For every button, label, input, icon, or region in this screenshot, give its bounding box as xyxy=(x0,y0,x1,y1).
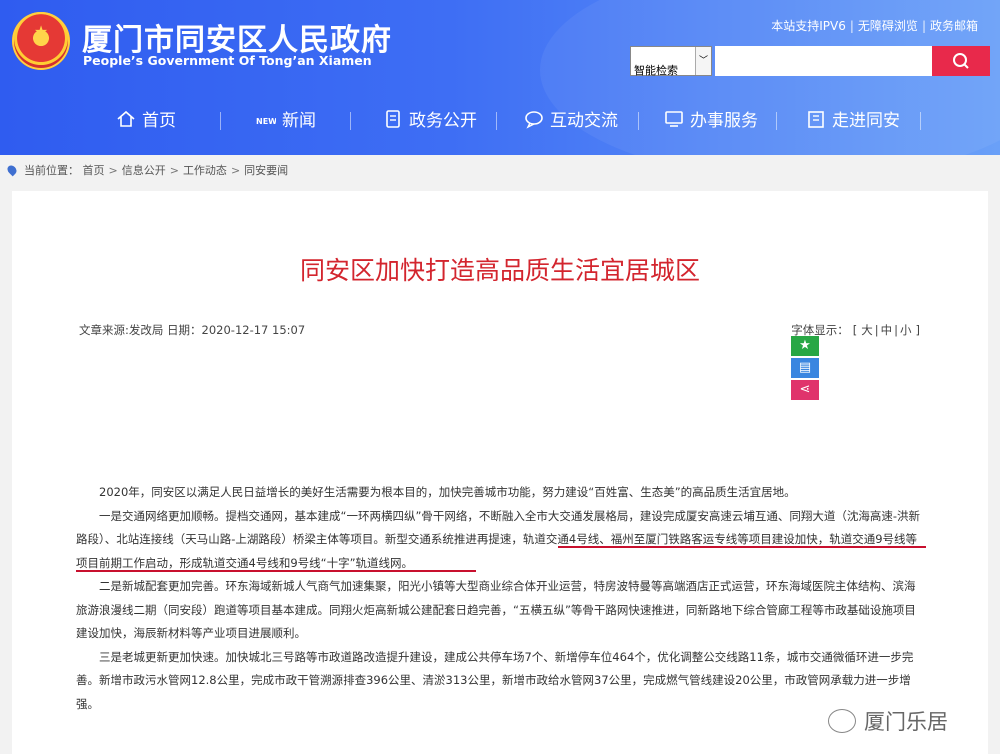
wechat-icon xyxy=(828,709,856,733)
nav-label: 办事服务 xyxy=(690,111,758,131)
paragraph: 2020年，同安区以满足人民日益增长的美好生活需要为根本目的，加快完善城市功能，… xyxy=(99,485,796,499)
breadcrumb-item[interactable]: 信息公开 xyxy=(122,164,166,177)
divider: | xyxy=(849,19,854,33)
site-header: 厦门市同安区人民政府 People’s Government Of Tong’a… xyxy=(0,0,1000,155)
font-size-medium[interactable]: 中 xyxy=(881,323,893,337)
breadcrumb-separator: > xyxy=(108,164,118,177)
wechat-watermark: 厦门乐居 xyxy=(828,706,948,736)
breadcrumb-item[interactable]: 首页 xyxy=(83,164,105,177)
nav-gov-affairs[interactable]: 政务公开 xyxy=(383,100,477,142)
accessibility-link[interactable]: 无障碍浏览 xyxy=(858,19,918,33)
nav-label: 走进同安 xyxy=(832,111,900,131)
nav-about[interactable]: 走进同安 xyxy=(806,100,900,142)
search-type-value: 智能检索 xyxy=(634,64,678,77)
paragraph: 二是新城配套更加完善。环东海域新城人气商气加速集聚，阳光小镇等大型商业综合体开业… xyxy=(76,579,916,640)
print-button[interactable]: ▤ xyxy=(791,358,819,378)
breadcrumb: 当前位置： 首页 > 信息公开 > 工作动态 > 同安要闻 xyxy=(5,162,288,178)
print-icon: ▤ xyxy=(798,360,812,375)
nav-news[interactable]: NEWS 新闻 xyxy=(256,100,316,142)
screen-icon xyxy=(665,111,683,127)
highlight-underline xyxy=(558,546,926,548)
top-links: 本站支持IPV6 | 无障碍浏览 | 政务邮箱 xyxy=(771,17,978,34)
watermark-text: 厦门乐居 xyxy=(864,710,948,734)
breadcrumb-prefix: 当前位置： xyxy=(24,164,79,177)
search-button[interactable] xyxy=(932,46,990,76)
nav-services[interactable]: 办事服务 xyxy=(664,100,758,142)
chat-icon xyxy=(525,111,543,129)
share-icon: ⋖ xyxy=(799,382,811,397)
search-input[interactable] xyxy=(715,46,932,76)
share-button[interactable]: ⋖ xyxy=(791,380,819,400)
article-body: 2020年，同安区以满足人民日益增长的美好生活需要为根本目的，加快完善城市功能，… xyxy=(76,481,926,716)
font-size-label: 字体显示： xyxy=(791,323,849,337)
ipv6-link[interactable]: 本站支持IPV6 xyxy=(771,19,846,33)
location-pin-icon xyxy=(5,163,19,177)
font-size-small[interactable]: 小 xyxy=(900,323,912,337)
nav-home[interactable]: 首页 xyxy=(116,100,176,142)
favorite-button[interactable]: ★ xyxy=(791,336,819,356)
nav-divider xyxy=(350,112,351,130)
main-nav: 首页 NEWS 新闻 政务公开 互动交流 办事服务 走进同安 xyxy=(0,100,1000,142)
document-icon xyxy=(386,110,400,128)
bracket: ] xyxy=(915,323,921,337)
home-icon xyxy=(117,110,135,127)
nav-divider xyxy=(496,112,497,130)
search-icon xyxy=(953,53,969,69)
svg-text:NEWS: NEWS xyxy=(256,117,276,126)
font-size-large[interactable]: 大 xyxy=(861,323,873,337)
site-subtitle: People’s Government Of Tong’an Xiamen xyxy=(83,53,372,68)
paragraph: 一是交通网络更加顺畅。提档交通网，基本建成“一环两横四纵”骨干网络，不断融入全市… xyxy=(76,508,921,570)
nav-label: 新闻 xyxy=(282,111,316,131)
article-title: 同安区加快打造高品质生活宜居城区 xyxy=(299,256,700,285)
highlight-underline xyxy=(76,570,476,572)
nav-divider xyxy=(776,112,777,130)
gov-mail-link[interactable]: 政务邮箱 xyxy=(930,19,978,33)
nav-divider xyxy=(638,112,639,130)
bracket: [ xyxy=(852,323,858,337)
star-icon: ★ xyxy=(799,338,811,353)
nav-divider xyxy=(220,112,221,130)
article-panel: 同安区加快打造高品质生活宜居城区 文章来源:发改局 日期：2020-12-17 … xyxy=(12,191,988,754)
article-meta: 文章来源:发改局 日期：2020-12-17 15:07 xyxy=(79,323,306,337)
building-icon xyxy=(808,111,824,128)
nav-label: 政务公开 xyxy=(409,111,477,131)
national-emblem-logo xyxy=(12,12,70,70)
nav-interaction[interactable]: 互动交流 xyxy=(524,100,618,142)
breadcrumb-item[interactable]: 同安要闻 xyxy=(244,164,288,177)
breadcrumb-separator: > xyxy=(230,164,241,177)
divider: | xyxy=(921,19,926,33)
nav-label: 首页 xyxy=(142,111,176,131)
search-type-select[interactable]: 智能检索 ﹀ xyxy=(630,46,712,77)
breadcrumb-item[interactable]: 工作动态 xyxy=(183,164,227,177)
news-icon: NEWS xyxy=(256,117,276,126)
breadcrumb-separator: > xyxy=(169,164,179,177)
nav-label: 互动交流 xyxy=(550,111,618,131)
chevron-down-icon[interactable]: ﹀ xyxy=(695,47,711,75)
nav-divider xyxy=(920,112,921,130)
paragraph: 三是老城更新更加快速。加快城北三号路等市政道路改造提升建设，建成公共停车场7个、… xyxy=(76,649,914,711)
